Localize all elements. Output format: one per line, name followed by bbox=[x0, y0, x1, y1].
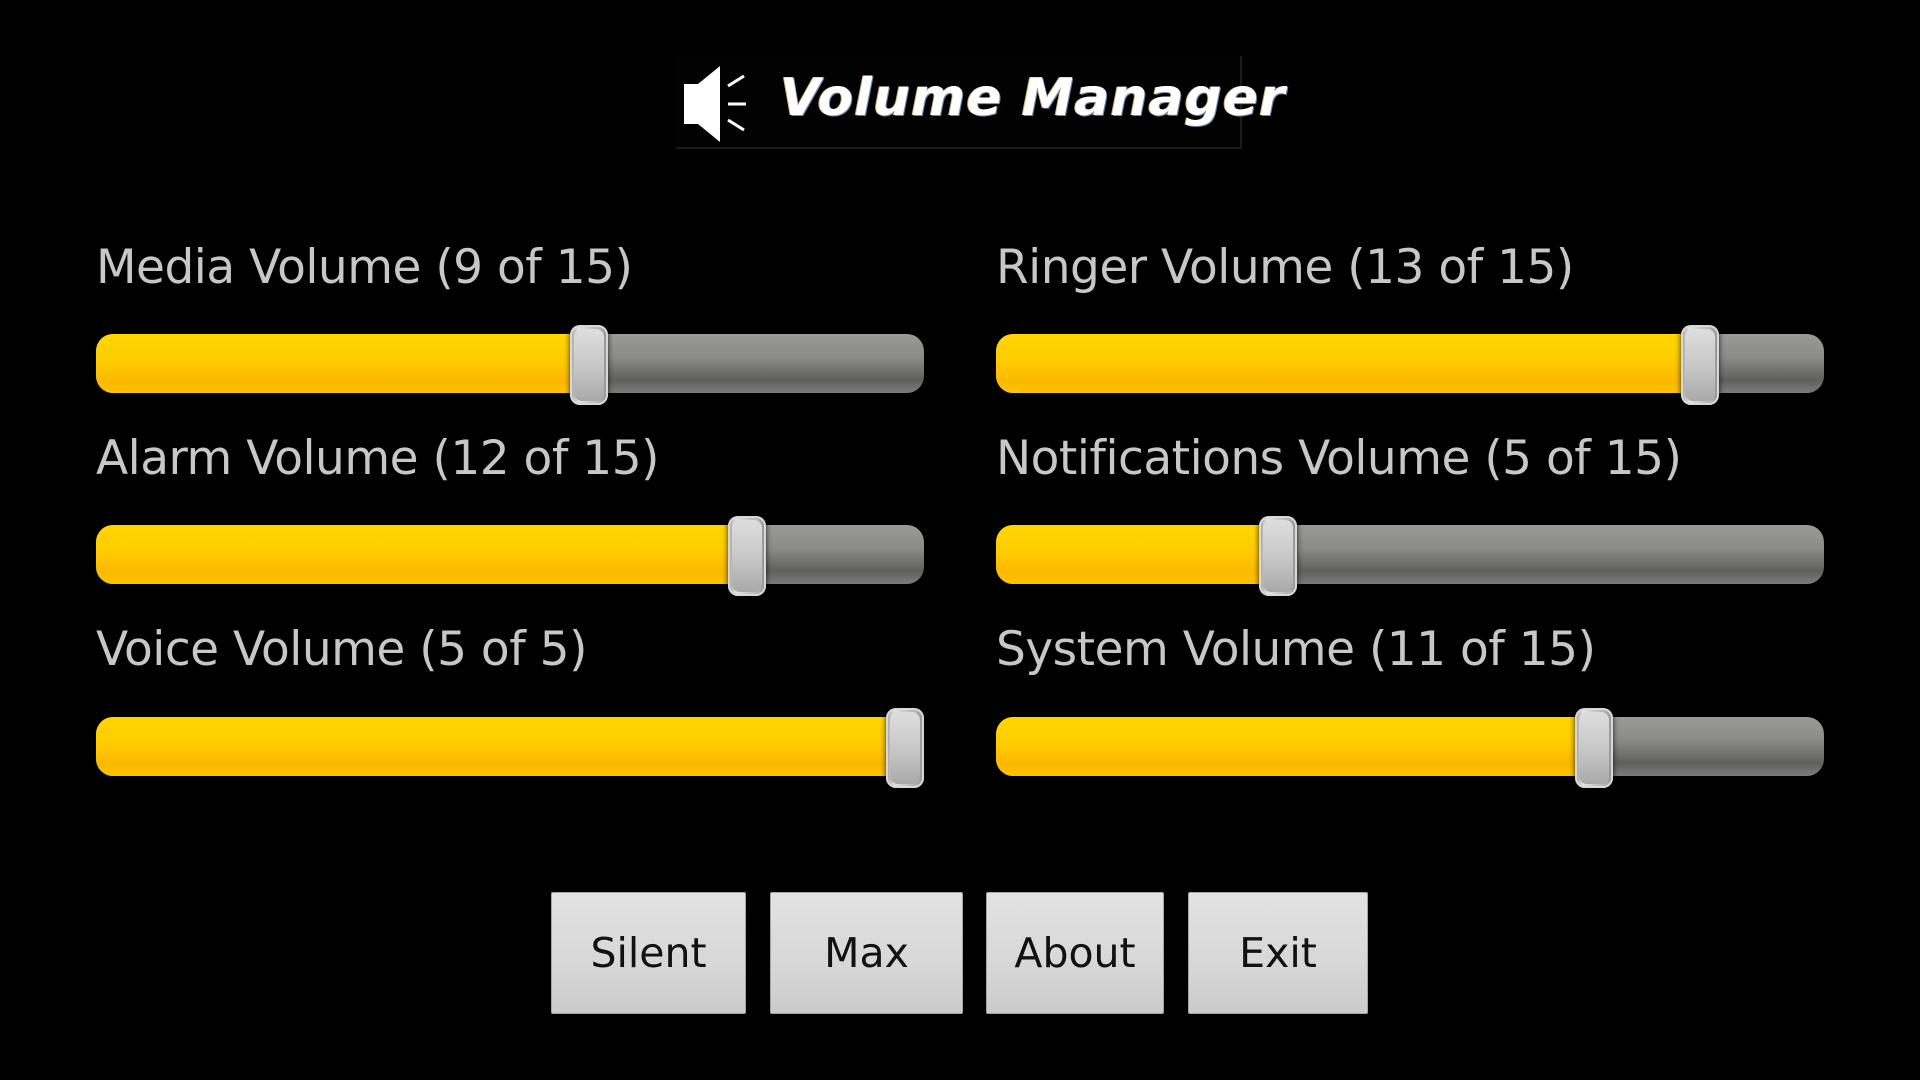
slider-track[interactable] bbox=[96, 717, 924, 776]
system-volume-label: System Volume (11 of 15) bbox=[996, 622, 1596, 677]
silent-button[interactable]: Silent bbox=[551, 892, 746, 1014]
media-volume-label: Media Volume (9 of 15) bbox=[96, 240, 633, 295]
slider-thumb[interactable] bbox=[728, 516, 766, 596]
slider-thumb[interactable] bbox=[1575, 708, 1614, 788]
voice-volume-slider[interactable] bbox=[96, 708, 924, 788]
slider-fill bbox=[96, 525, 747, 584]
alarm-volume-label: Alarm Volume (12 of 15) bbox=[96, 431, 659, 486]
slider-track[interactable] bbox=[996, 717, 1824, 776]
max-button[interactable]: Max bbox=[770, 892, 963, 1014]
slider-thumb[interactable] bbox=[886, 708, 924, 788]
slider-fill bbox=[96, 717, 905, 776]
slider-thumb[interactable] bbox=[1259, 516, 1298, 596]
slider-track[interactable] bbox=[996, 525, 1824, 584]
slider-track[interactable] bbox=[96, 525, 924, 584]
slider-fill bbox=[96, 334, 589, 393]
about-button[interactable]: About bbox=[986, 892, 1164, 1014]
exit-button[interactable]: Exit bbox=[1188, 892, 1368, 1014]
notifications-volume-slider[interactable] bbox=[996, 516, 1824, 596]
slider-fill bbox=[996, 525, 1279, 584]
app-logo: Volume Manager bbox=[676, 56, 1285, 149]
voice-volume-label: Voice Volume (5 of 5) bbox=[96, 622, 587, 677]
app-title: Volume Manager bbox=[780, 68, 1286, 128]
media-volume-slider[interactable] bbox=[96, 325, 924, 405]
notifications-volume-label: Notifications Volume (5 of 15) bbox=[996, 431, 1682, 486]
slider-thumb[interactable] bbox=[570, 325, 608, 405]
speaker-icon bbox=[684, 66, 746, 142]
alarm-volume-slider[interactable] bbox=[96, 516, 924, 596]
slider-fill bbox=[996, 717, 1595, 776]
slider-thumb[interactable] bbox=[1680, 325, 1719, 405]
slider-track[interactable] bbox=[96, 334, 924, 393]
ringer-volume-slider[interactable] bbox=[996, 325, 1824, 405]
system-volume-slider[interactable] bbox=[996, 708, 1824, 788]
ringer-volume-label: Ringer Volume (13 of 15) bbox=[996, 240, 1574, 295]
slider-fill bbox=[996, 334, 1700, 393]
